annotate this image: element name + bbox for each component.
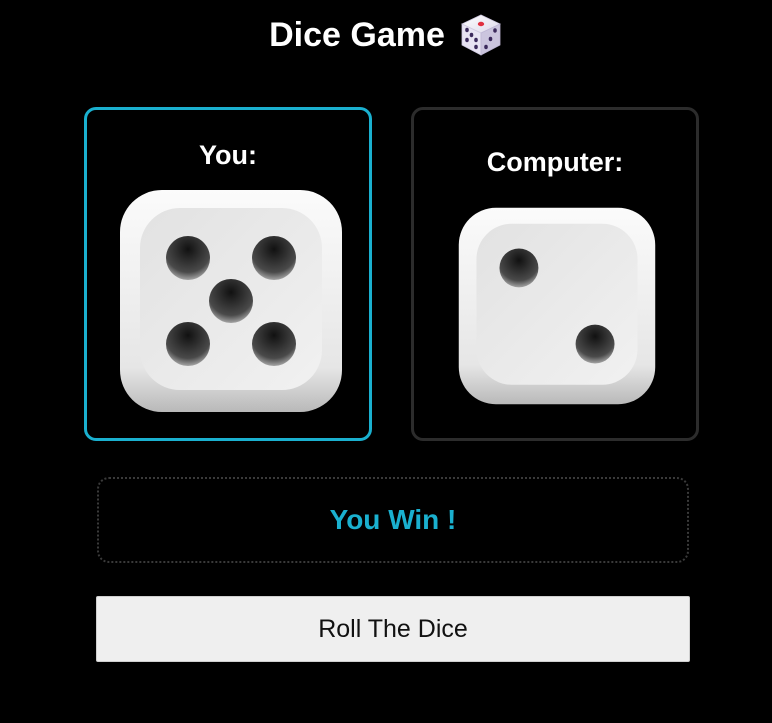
die-pip	[166, 322, 210, 366]
player-label-you: You:	[199, 140, 257, 170]
die-pip	[166, 236, 210, 280]
player-label-computer: Computer:	[486, 147, 624, 177]
header: Dice Game	[0, 10, 772, 60]
die-pip	[209, 279, 253, 323]
game-die-icon	[460, 14, 501, 56]
die-pip	[252, 322, 296, 366]
die-pip	[499, 248, 539, 288]
result-text: You Win !	[329, 504, 457, 535]
roll-dice-button[interactable]: Roll The Dice	[96, 596, 690, 662]
die-pip	[252, 236, 296, 280]
page-title: Dice Game	[269, 15, 445, 54]
player-panel-computer: Computer:	[411, 107, 699, 441]
result-box: You Win !	[97, 477, 689, 563]
player-panel-you: You:	[84, 107, 372, 441]
die-pip	[575, 324, 615, 364]
die-computer	[458, 207, 656, 405]
die-you	[120, 190, 342, 412]
dice-game-page: Dice Game You: Computer: You Win ! Roll …	[0, 0, 772, 723]
